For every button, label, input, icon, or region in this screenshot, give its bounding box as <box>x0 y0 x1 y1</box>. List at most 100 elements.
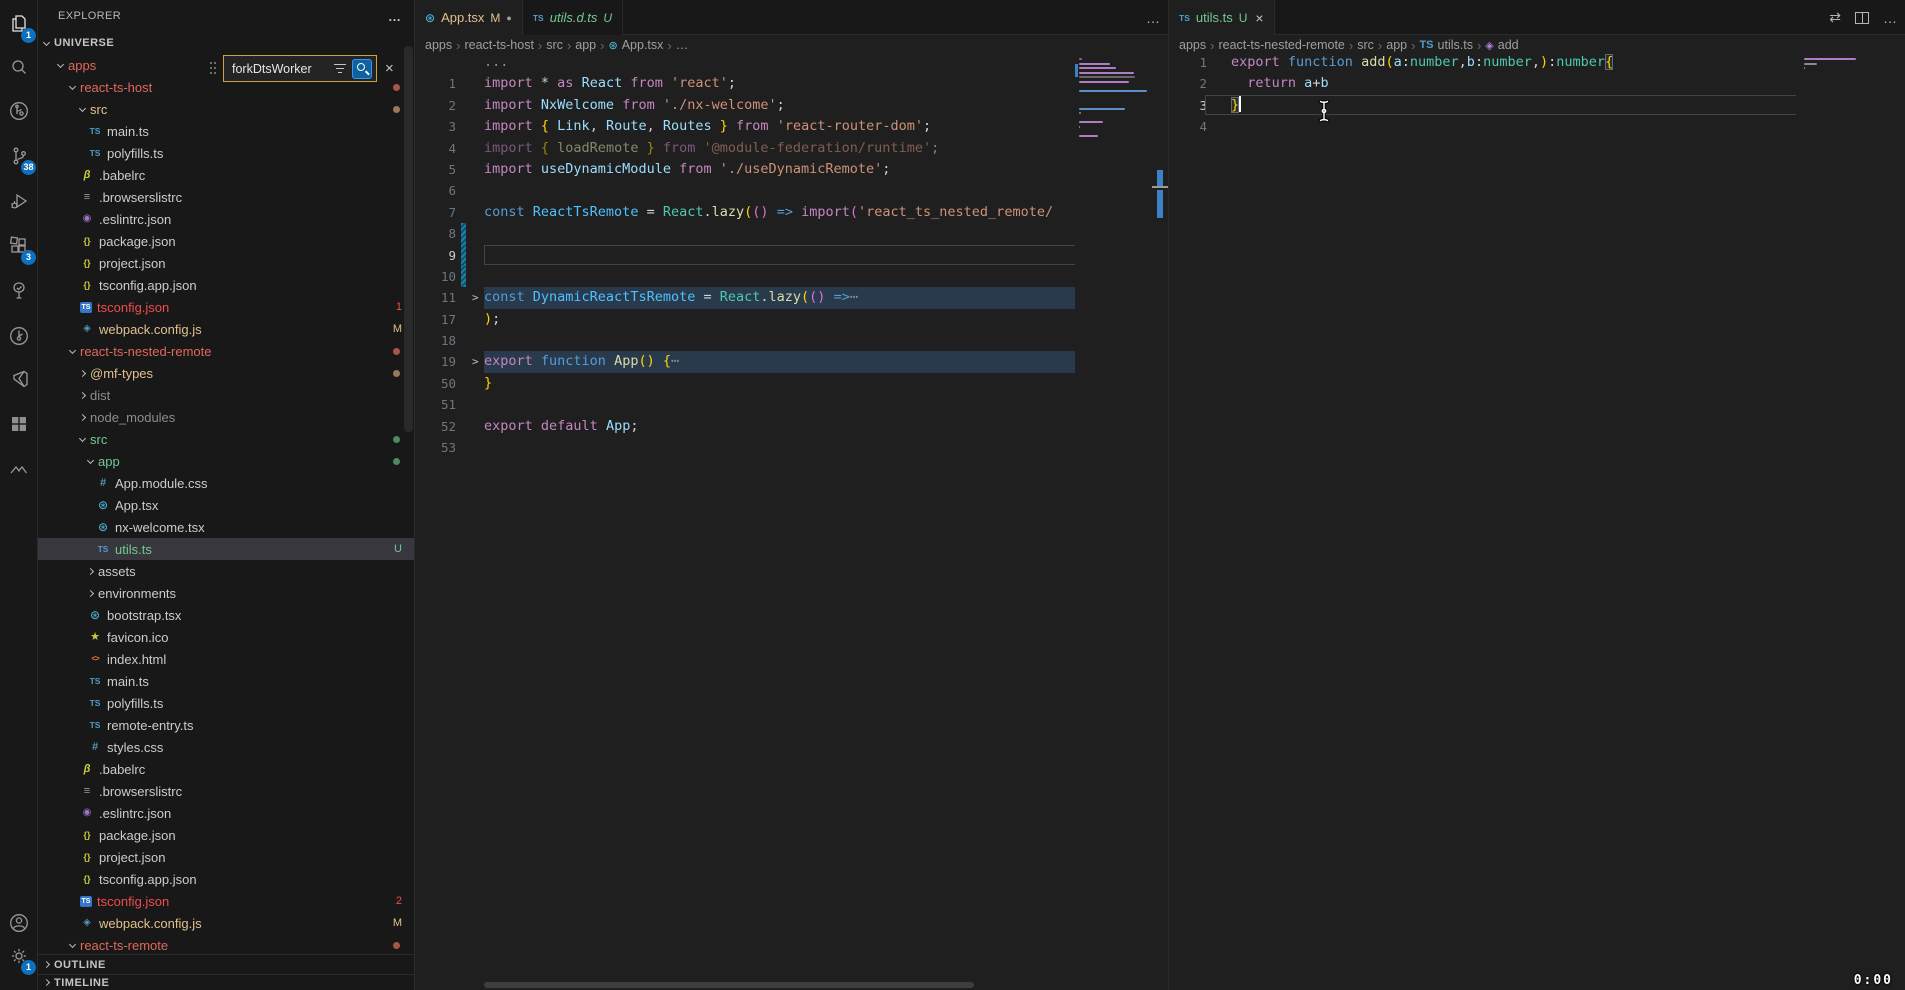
tree-folder-environments[interactable]: environments <box>38 582 414 604</box>
wave-icon[interactable] <box>0 449 38 489</box>
minimap[interactable] <box>1075 52 1152 990</box>
line-number[interactable]: 3 <box>415 116 456 137</box>
tree-folder-src[interactable]: src <box>38 428 414 450</box>
dirty-indicator-icon[interactable]: ● <box>506 13 511 23</box>
tree-file-utils.ts[interactable]: TSutils.tsU <box>38 538 414 560</box>
line-number[interactable]: 53 <box>415 437 456 458</box>
breadcrumb-item[interactable]: … <box>676 38 689 52</box>
line-number[interactable]: 9 <box>415 245 456 266</box>
code-line-7[interactable]: 7const ReactTsRemote = React.lazy(() => … <box>415 202 1168 223</box>
fold-chevron-icon[interactable]: > <box>472 351 479 372</box>
drag-grip-icon[interactable] <box>210 62 218 76</box>
line-number[interactable]: 19 <box>415 351 456 372</box>
tree-file-project.json[interactable]: {}project.json <box>38 846 414 868</box>
breadcrumb-item[interactable]: apps <box>425 38 452 52</box>
code-line-17[interactable]: 17); <box>415 309 1168 330</box>
breadcrumb-item[interactable]: apps <box>1179 38 1206 52</box>
minimap[interactable] <box>1796 52 1891 990</box>
line-number[interactable]: 11 <box>415 287 456 308</box>
swap-icon[interactable]: ⇄ <box>1829 9 1841 26</box>
sidebar-scrollbar[interactable] <box>404 46 413 432</box>
tab-app-tsx[interactable]: ⊛ App.tsx M ● <box>415 0 523 35</box>
line-number[interactable]: 8 <box>415 223 456 244</box>
tree-file-remote-entry.ts[interactable]: TSremote-entry.ts <box>38 714 414 736</box>
line-number[interactable]: 17 <box>415 309 456 330</box>
code-line-1[interactable]: 1export function add(a:number,b:number,)… <box>1169 52 1905 73</box>
tree-file-polyfills.ts[interactable]: TSpolyfills.ts <box>38 692 414 714</box>
fuzzy-search-toggle-icon[interactable] <box>352 59 372 79</box>
settings-gear-icon[interactable]: 1 <box>0 936 38 976</box>
source-control-icon[interactable]: 38 <box>0 136 38 176</box>
testing-tree-icon[interactable] <box>0 271 38 311</box>
code-line-2[interactable]: 2 return a+b <box>1169 73 1905 94</box>
filter-icon[interactable] <box>334 64 346 74</box>
tree-file-tsconfig.app.json[interactable]: {}tsconfig.app.json <box>38 274 414 296</box>
line-number[interactable]: 4 <box>1169 116 1207 137</box>
breadcrumb-item[interactable]: src <box>546 38 563 52</box>
tree-file-main.ts[interactable]: TSmain.ts <box>38 120 414 142</box>
code-line-5[interactable]: 5import useDynamicModule from './useDyna… <box>415 159 1168 180</box>
tree-file-tsconfig.app.json[interactable]: {}tsconfig.app.json <box>38 868 414 890</box>
commit-circle-icon[interactable] <box>0 316 38 356</box>
tree-file-App.module.css[interactable]: #App.module.css <box>38 472 414 494</box>
code-area-right[interactable]: 1export function add(a:number,b:number,)… <box>1169 52 1905 990</box>
tree-file-.babelrc[interactable]: β.babelrc <box>38 164 414 186</box>
code-area-left[interactable]: ...1import * as React from 'react';2impo… <box>415 52 1168 990</box>
line-number[interactable]: 1 <box>1169 52 1207 73</box>
code-line-53[interactable]: 53 <box>415 437 1168 458</box>
tree-folder-@mf-types[interactable]: @mf-types <box>38 362 414 384</box>
code-line-52[interactable]: 52export default App; <box>415 416 1168 437</box>
explorer-icon[interactable]: 1 <box>0 4 38 44</box>
breadcrumb-item[interactable]: TSutils.ts <box>1419 38 1473 52</box>
tree-file-tsconfig.json[interactable]: TStsconfig.json1 <box>38 296 414 318</box>
tab-utils-d-ts[interactable]: TS utils.d.ts U <box>523 0 623 35</box>
grid-icon[interactable] <box>0 404 38 444</box>
tree-file-webpack.config.js[interactable]: ◈webpack.config.jsM <box>38 318 414 340</box>
line-number[interactable]: 51 <box>415 394 456 415</box>
breadcrumb-item[interactable]: app <box>575 38 596 52</box>
code-line-4[interactable]: 4 <box>1169 116 1905 137</box>
split-editor-icon[interactable] <box>1855 12 1869 24</box>
code-line-9[interactable]: 9 <box>415 245 1168 266</box>
tree-folder-react-ts-remote[interactable]: react-ts-remote <box>38 934 414 956</box>
tree-file-favicon.ico[interactable]: ★favicon.ico <box>38 626 414 648</box>
code-line-2[interactable]: 2import NxWelcome from './nx-welcome'; <box>415 95 1168 116</box>
outline-section-header[interactable]: OUTLINE <box>38 954 414 974</box>
extensions-icon[interactable]: 3 <box>0 226 38 266</box>
tree-folder-dist[interactable]: dist <box>38 384 414 406</box>
line-number[interactable]: 5 <box>415 159 456 180</box>
breadcrumb-item[interactable]: react-ts-host <box>464 38 533 52</box>
explorer-more-actions-icon[interactable]: … <box>388 9 402 24</box>
tree-folder-app[interactable]: app <box>38 450 414 472</box>
line-number[interactable]: 2 <box>1169 73 1207 94</box>
code-line[interactable]: ... <box>415 52 1168 73</box>
line-number[interactable]: 2 <box>415 95 456 116</box>
horizontal-scrollbar[interactable] <box>484 982 974 988</box>
line-number[interactable]: 7 <box>415 202 456 223</box>
tree-folder-assets[interactable]: assets <box>38 560 414 582</box>
breadcrumb-item[interactable]: ⊛App.tsx <box>608 38 663 52</box>
tree-file-.browserslistrc[interactable]: ≡.browserslistrc <box>38 780 414 802</box>
code-line-18[interactable]: 18 <box>415 330 1168 351</box>
line-number[interactable]: 3 <box>1169 95 1207 116</box>
fold-chevron-icon[interactable]: > <box>472 287 479 308</box>
cube-outline-icon[interactable] <box>0 359 38 399</box>
line-number[interactable]: 1 <box>415 73 456 94</box>
more-actions-icon[interactable]: … <box>1883 10 1897 26</box>
line-number[interactable]: 52 <box>415 416 456 437</box>
line-number[interactable]: 10 <box>415 266 456 287</box>
code-line-19[interactable]: 19>export function App() {⋯ <box>415 351 1168 372</box>
code-line-10[interactable]: 10 <box>415 266 1168 287</box>
tree-file-.eslintrc.json[interactable]: ◉.eslintrc.json <box>38 802 414 824</box>
breadcrumb-item[interactable]: app <box>1386 38 1407 52</box>
tree-folder-react-ts-nested-remote[interactable]: react-ts-nested-remote <box>38 340 414 362</box>
tree-file-tsconfig.json[interactable]: TStsconfig.json2 <box>38 890 414 912</box>
line-number[interactable]: 50 <box>415 373 456 394</box>
tree-file-webpack.config.js[interactable]: ◈webpack.config.jsM <box>38 912 414 934</box>
run-debug-icon[interactable] <box>0 181 38 221</box>
tree-file-main.ts[interactable]: TSmain.ts <box>38 670 414 692</box>
tab-utils-ts[interactable]: TS utils.ts U × <box>1169 0 1275 35</box>
close-icon[interactable]: × <box>1255 10 1263 26</box>
search-icon[interactable] <box>0 48 38 88</box>
tree-file-.browserslistrc[interactable]: ≡.browserslistrc <box>38 186 414 208</box>
